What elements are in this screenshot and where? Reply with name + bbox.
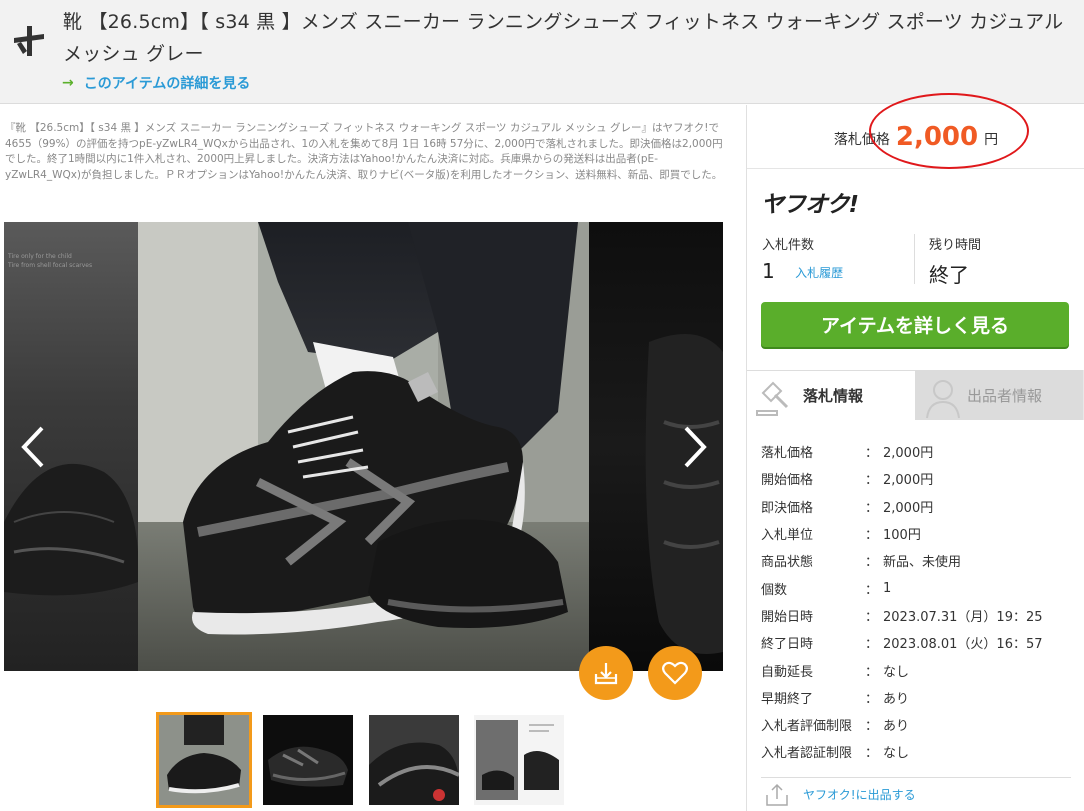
page-header: 靴 【26.5cm】【 s34 黒 】メンズ スニーカー ランニングシューズ フ… [0,0,1084,104]
gavel-icon [756,381,789,416]
thumbnail-3[interactable] [369,715,459,805]
sell-on-yahoo-link[interactable]: ヤフオク!に出品する [761,777,1071,811]
info-value: 100円 [883,528,921,544]
download-tray-icon[interactable] [579,646,633,700]
item-description: 『靴 【26.5cm】【 s34 黒 】メンズ スニーカー ランニングシューズ … [5,122,723,181]
time-left-label: 残り時間 [929,238,982,253]
info-key: 開始日時 [761,609,814,625]
info-value: あり [883,719,910,735]
tab-seller-info[interactable]: 出品者情報 [915,370,1083,420]
chevron-left-icon[interactable] [14,422,54,472]
bid-count-value: 1 [762,259,775,283]
view-item-details-button[interactable]: アイテムを詳しく見る [761,302,1069,347]
item-title: 靴 【26.5cm】【 s34 黒 】メンズ スニーカー ランニングシューズ フ… [63,11,1064,65]
info-key: 入札者認証制限 [761,746,853,762]
main-product-image[interactable] [138,222,589,671]
info-row: 終了日時 ： 2023.08.01（火）16：57 [761,629,1071,656]
info-row: 入札者評価制限 ：あり [761,711,1071,738]
info-value: あり [883,691,910,707]
time-left-value: 終了 [929,263,969,287]
arrow-right-icon: → [62,75,74,91]
info-value: 2,000円 [883,500,934,516]
tab-seller-info-label: 出品者情報 [967,386,1043,405]
winning-price-value: 2,000 [895,121,979,152]
info-value: 2023.08.01（火）16：57 [883,637,1043,653]
thumbnail-4[interactable] [474,715,564,805]
info-key: 開始価格 [761,473,814,489]
info-separator: ： [865,555,879,571]
main-content: 『靴 【26.5cm】【 s34 黒 】メンズ スニーカー ランニングシューズ … [0,105,742,811]
info-row: 開始日時 ： 2023.07.31（月）19：25 [761,602,1071,629]
info-key: 入札単位 [761,528,814,544]
winning-price-box: 落札価格 2,000 円 [747,93,1084,169]
info-key: 即決価格 [761,500,814,516]
info-key: 自動延長 [761,664,814,680]
bid-count-label: 入札件数 [762,238,815,253]
info-separator: ： [865,664,879,680]
info-row: 入札者認証制限 ：なし [761,738,1071,765]
info-separator: ： [865,446,879,462]
image-gallery[interactable]: Tire only for the child Tire from shell … [4,222,723,671]
info-row: 即決価格 ： 2,000円 [761,493,1071,520]
info-separator: ： [865,637,879,653]
info-value: なし [883,664,910,680]
winning-price-unit: 円 [984,131,999,148]
info-row: 商品状態 ：新品、未使用 [761,547,1071,574]
info-row: 早期終了 ：あり [761,684,1071,711]
upload-box-icon [766,783,788,806]
info-separator: ： [865,582,879,598]
sell-on-yahoo-label: ヤフオク!に出品する [803,788,916,802]
time-left-block: 残り時間 終了 [929,234,981,288]
yahoo-auction-logo: ヤフオク! [761,192,859,218]
auction-sidebar: 落札価格 2,000 円 ヤフオク! 入札件数 1 入札履歴 残り時間 終了 ア… [746,93,1084,811]
info-tabs: 落札情報 出品者情報 [747,370,1084,420]
stat-divider [914,234,915,284]
item-detail-link[interactable]: → このアイテムの詳細を見る [62,73,250,93]
yahoo-auction-box: ヤフオク! 入札件数 1 入札履歴 残り時間 終了 アイテムを詳しく見る [747,170,1084,370]
sneaker-photo [138,222,589,671]
user-icon [926,380,960,419]
info-key: 入札者評価制限 [761,719,853,735]
winning-price-label: 落札価格 [833,131,890,148]
info-separator: ： [865,719,879,735]
info-key: 個数 [761,582,788,598]
info-value: 2023.07.31（月）19：25 [883,609,1043,625]
info-value: なし [883,746,910,762]
tab-auction-info[interactable]: 落札情報 [747,370,915,420]
info-separator: ： [865,746,879,762]
info-row: 自動延長 ：なし [761,656,1071,683]
info-separator: ： [865,691,879,707]
auction-info-table: 落札価格： 2,000円 開始価格： 2,000円 即決価格： 2,000円 入札単位… [761,438,1071,766]
info-separator: ： [865,473,879,489]
info-separator: ： [865,500,879,516]
item-detail-link-label: このアイテムの詳細を見る [83,76,251,92]
info-key: 終了日時 [761,637,814,653]
bid-count-block: 入札件数 1 入札履歴 [762,234,843,283]
info-row: 開始価格 ： 2,000円 [761,465,1071,492]
chevron-right-icon[interactable] [674,422,714,472]
info-value: 新品、未使用 [883,555,962,571]
heart-icon[interactable] [648,646,702,700]
info-value: 2,000円 [883,473,934,489]
info-value: 1 [883,580,892,596]
info-row: 落札価格 ： 2,000円 [761,438,1071,465]
info-row: 個数 ： 1 [761,574,1071,601]
thumbnail-2[interactable] [263,715,353,805]
bid-count-row: 1 入札履歴 [762,259,843,283]
thumbnail-1[interactable] [156,712,252,808]
info-separator: ： [865,609,879,625]
aucfan-logo-icon[interactable] [12,24,46,58]
info-key: 落札価格 [761,446,814,462]
info-value: 2,000円 [883,446,934,462]
tab-auction-info-label: 落札情報 [803,387,864,405]
bid-history-link[interactable]: 入札履歴 [795,266,843,280]
info-key: 商品状態 [761,555,814,571]
info-key: 早期終了 [761,691,814,707]
info-separator: ： [865,528,879,544]
info-row: 入札単位 ： 100円 [761,520,1071,547]
